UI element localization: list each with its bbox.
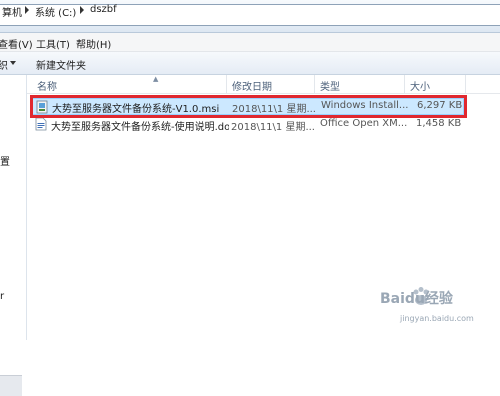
- menu-view[interactable]: 查看(V): [0, 36, 33, 51]
- breadcrumb-drive[interactable]: 系统 (C:): [35, 4, 76, 19]
- organize-dropdown-icon[interactable]: [10, 61, 16, 65]
- breadcrumb-computer[interactable]: 算机: [2, 4, 22, 19]
- menu-tools[interactable]: 工具(T): [36, 36, 70, 51]
- column-size[interactable]: 大小: [410, 78, 430, 93]
- breadcrumb-separator-icon[interactable]: [25, 6, 29, 14]
- watermark-logo-text: Baidu经验: [380, 291, 453, 307]
- address-bar: 算机 系统 (C:) dszbf: [0, 0, 500, 33]
- breadcrumb-separator-icon[interactable]: [80, 6, 84, 14]
- file-row[interactable]: 大势至服务器文件备份系统-使用说明.do... 2018\11\1 星期... …: [32, 116, 464, 133]
- file-size: 1,458 KB: [416, 118, 461, 129]
- column-headers: ▲ 名称 修改日期 类型 大小: [27, 75, 500, 94]
- nav-item[interactable]: 置: [0, 153, 10, 168]
- column-divider[interactable]: [226, 75, 227, 93]
- toolbar: 组织 新建文件夹: [0, 52, 500, 75]
- navigation-pane: 置 r: [0, 75, 27, 396]
- column-name[interactable]: 名称: [37, 78, 57, 93]
- sort-ascending-icon: ▲: [153, 75, 159, 83]
- column-divider[interactable]: [314, 75, 315, 93]
- menu-bar: 查看(V) 工具(T) 帮助(H): [0, 33, 500, 52]
- new-folder-button[interactable]: 新建文件夹: [36, 57, 86, 72]
- menu-help[interactable]: 帮助(H): [76, 36, 111, 51]
- column-modified[interactable]: 修改日期: [232, 78, 272, 93]
- column-divider[interactable]: [404, 75, 405, 93]
- watermark: Baidu经验 jingyan.baidu.com: [380, 284, 500, 340]
- organize-button[interactable]: 组织: [0, 57, 8, 72]
- watermark-url: jingyan.baidu.com: [400, 314, 474, 323]
- nav-item[interactable]: r: [0, 291, 4, 302]
- file-name[interactable]: 大势至服务器文件备份系统-使用说明.do...: [51, 118, 229, 133]
- file-modified: 2018\11\1 星期...: [231, 122, 315, 133]
- column-type[interactable]: 类型: [320, 78, 340, 93]
- highlight-box: [30, 95, 467, 118]
- column-divider[interactable]: [465, 75, 466, 93]
- file-type: Office Open XM...: [320, 118, 408, 129]
- nav-scrollbar[interactable]: [0, 375, 22, 396]
- breadcrumb-folder[interactable]: dszbf: [90, 4, 117, 15]
- word-document-icon: [35, 117, 47, 131]
